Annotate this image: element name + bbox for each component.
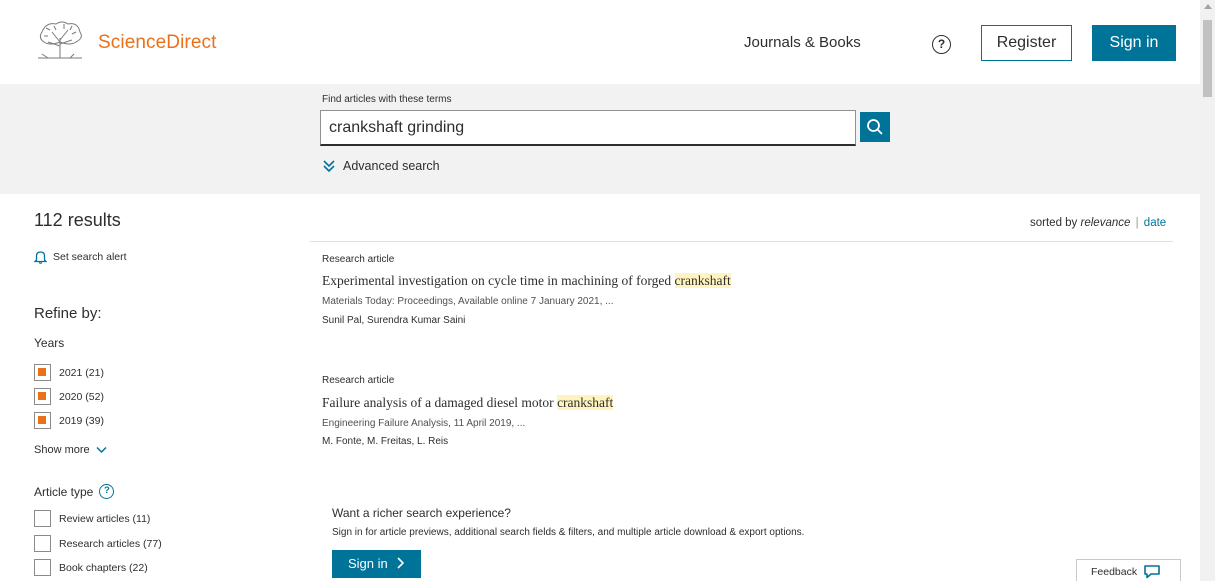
promo-heading: Want a richer search experience? [332,506,511,520]
sort-prefix: sorted by [1030,217,1078,229]
year-filter-label: 2020 (52) [59,390,104,403]
year-filter-2019[interactable]: 2019 (39) [34,412,104,429]
results-count: 112 results [34,210,121,230]
chevron-down-icon [96,446,107,454]
elsevier-logo-icon[interactable] [34,18,86,60]
refine-heading: Refine by: [34,305,102,322]
sort-separator: | [1135,217,1139,229]
article-type-heading: Article type ? [34,484,115,499]
result-source: Materials Today: Proceedings, Available … [322,296,614,307]
year-filter-2021[interactable]: 2021 (21) [34,364,104,381]
advanced-search-label: Advanced search [343,159,440,173]
sort-relevance: relevance [1080,217,1131,229]
article-type-filter-label: Review articles (11) [59,512,151,525]
set-search-alert-label: Set search alert [53,251,127,263]
checkbox[interactable] [34,535,51,552]
search-button[interactable] [860,112,890,142]
help-icon[interactable]: ? [932,35,951,54]
sign-in-button[interactable]: Sign in [1092,25,1176,61]
article-type-filter-review[interactable]: Review articles (11) [34,510,150,527]
result-title-highlight: crankshaft [674,273,731,288]
result-title-text: Failure analysis of a damaged diesel mot… [322,395,554,410]
result-title-text: Experimental investigation on cycle time… [322,273,672,288]
result-authors: Sunil Pal, Surendra Kumar Saini [322,315,466,326]
sort-by-date-link[interactable]: date [1144,217,1166,229]
checkbox[interactable] [34,412,51,429]
article-type-label: Article type [34,484,94,499]
result-type: Research article [322,254,395,265]
checkbox[interactable] [34,559,51,576]
result-source: Engineering Failure Analysis, 11 April 2… [322,418,526,429]
journals-books-link[interactable]: Journals & Books [744,34,861,51]
search-label: Find articles with these terms [322,94,452,105]
site-header: ScienceDirect Journals & Books ? Registe… [0,0,1200,84]
chevron-right-icon [397,557,405,569]
search-icon [867,119,883,135]
set-search-alert-link[interactable]: Set search alert [34,250,127,264]
help-icon[interactable]: ? [99,484,115,499]
year-filter-2020[interactable]: 2020 (52) [34,388,104,405]
result-title-highlight: crankshaft [557,395,614,410]
article-type-filter-label: Research articles (77) [59,537,162,550]
years-heading: Years [34,336,65,350]
bell-icon [34,251,47,264]
advanced-search-link[interactable]: Advanced search [322,159,440,173]
article-type-filter-book-chapters[interactable]: Book chapters (22) [34,559,148,576]
results-divider [310,241,1173,242]
result-type: Research article [322,375,395,386]
article-type-filter-label: Book chapters (22) [59,561,148,574]
promo-sign-in-label: Sign in [348,556,388,571]
promo-sign-in-button[interactable]: Sign in [332,550,421,578]
scroll-up-arrow-icon[interactable] [1204,4,1212,9]
feedback-label: Feedback [1091,565,1138,578]
year-filter-label: 2019 (39) [59,414,104,427]
year-filter-label: 2021 (21) [59,366,104,379]
promo-text: Sign in for article previews, additional… [332,527,805,538]
register-button[interactable]: Register [981,25,1072,61]
scrollbar-thumb[interactable] [1203,20,1212,97]
checkbox[interactable] [34,510,51,527]
search-panel: Find articles with these terms crankshaf… [0,84,1200,194]
page-scrollbar[interactable] [1200,0,1215,581]
search-input[interactable]: crankshaft grinding [320,110,856,146]
chat-bubble-icon [1144,565,1160,579]
brand-name[interactable]: ScienceDirect [98,32,217,54]
result-title-link[interactable]: Experimental investigation on cycle time… [322,273,731,289]
result-authors: M. Fonte, M. Freitas, L. Reis [322,436,449,447]
feedback-button[interactable]: Feedback [1076,559,1181,581]
show-more-link[interactable]: Show more [34,444,107,456]
checkbox[interactable] [34,388,51,405]
checkbox[interactable] [34,364,51,381]
article-type-filter-research[interactable]: Research articles (77) [34,535,162,552]
sort-control: sorted by relevance | date [1030,217,1166,229]
double-chevron-down-icon [323,160,335,173]
show-more-label: Show more [34,444,90,456]
result-title-link[interactable]: Failure analysis of a damaged diesel mot… [322,395,614,411]
